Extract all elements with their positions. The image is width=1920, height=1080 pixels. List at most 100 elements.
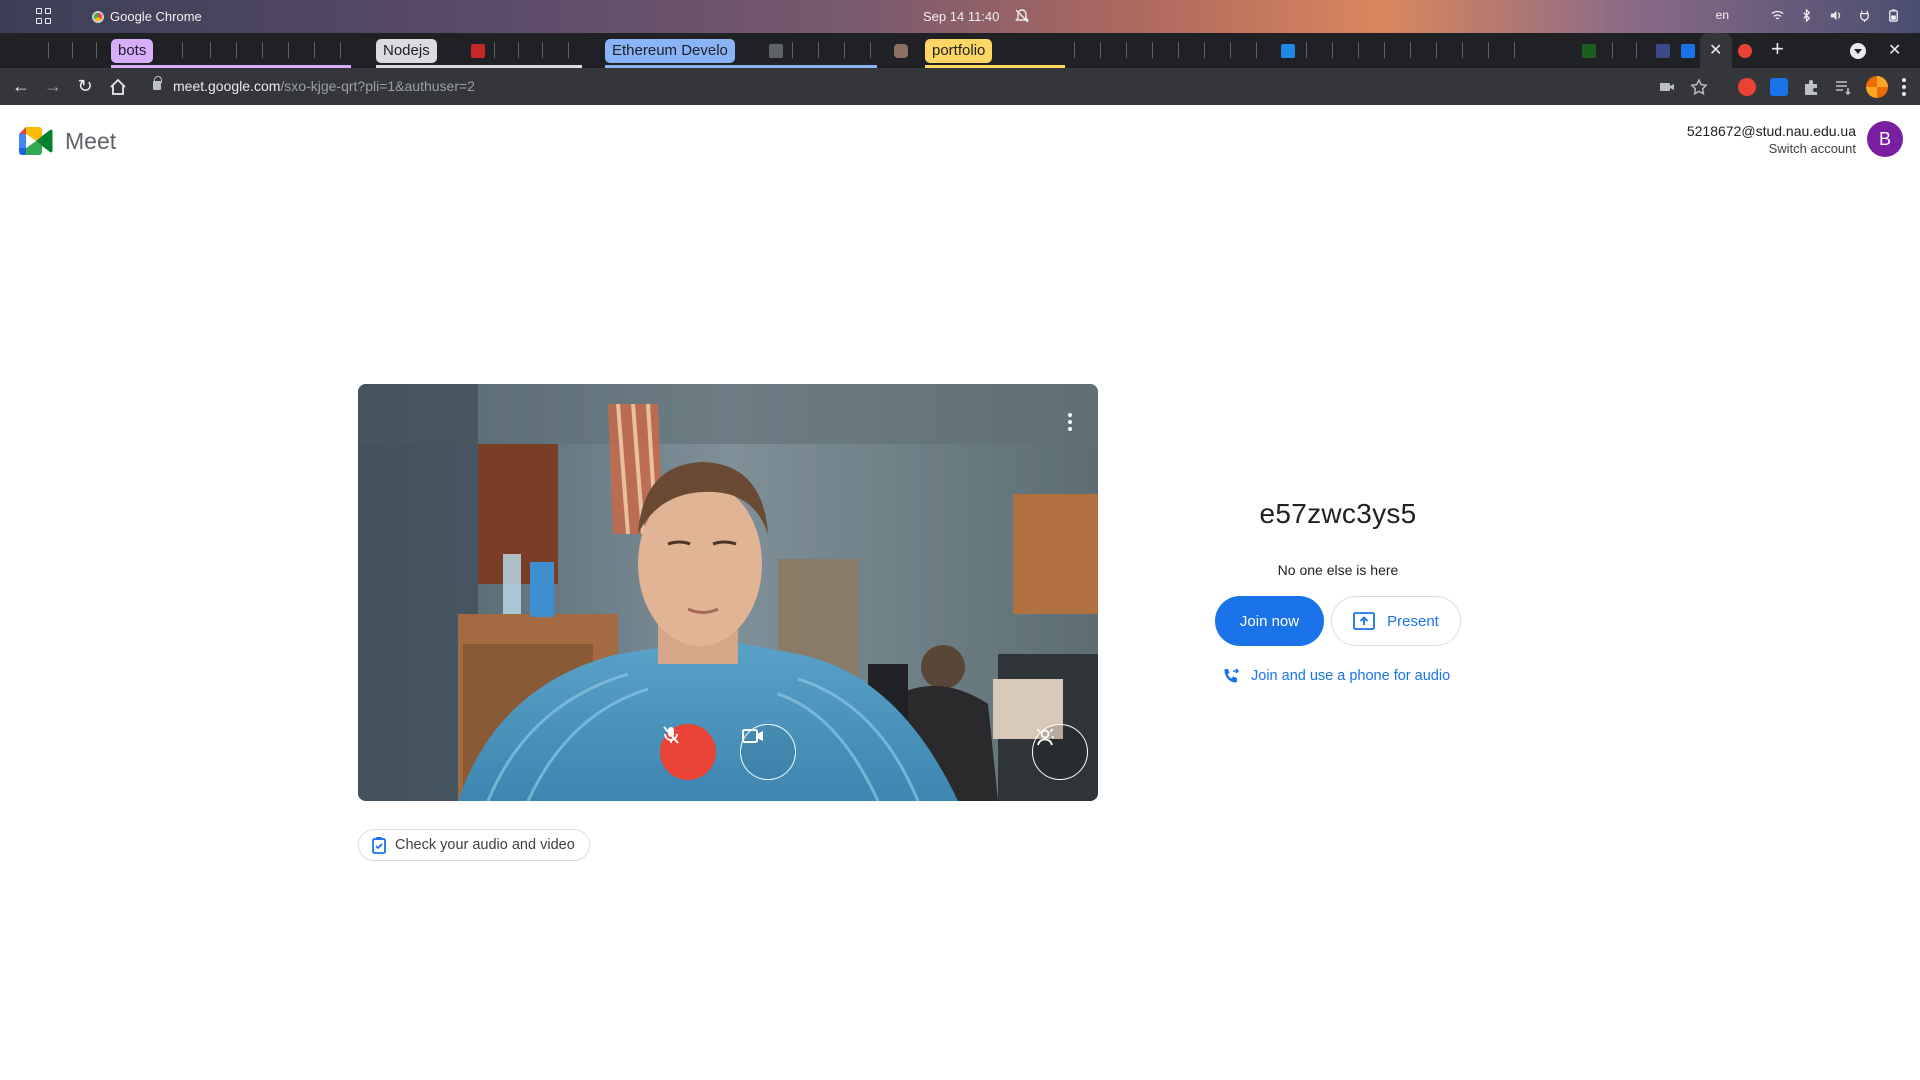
active-app: Google Chrome <box>92 9 202 24</box>
tab-separator <box>844 42 845 58</box>
back-arrow-icon[interactable]: ← <box>10 76 32 98</box>
clipboard-check-icon <box>372 837 386 854</box>
j-favicon-icon[interactable] <box>1281 44 1295 58</box>
tab-separator <box>1074 42 1075 58</box>
microphone-off-button[interactable] <box>660 724 716 780</box>
more-options-icon[interactable] <box>1060 408 1080 436</box>
tab-separator <box>1358 42 1359 58</box>
contacts-favicon-icon[interactable] <box>1681 44 1695 58</box>
url-text[interactable]: meet.google.com/sxo-kjge-qrt?pli=1&authu… <box>173 78 475 94</box>
tab-separator <box>1636 42 1637 58</box>
account-avatar[interactable]: B <box>1867 121 1903 157</box>
close-window-icon[interactable]: ✕ <box>1888 40 1901 60</box>
address-bar[interactable]: meet.google.com/sxo-kjge-qrt?pli=1&authu… <box>139 72 1679 101</box>
join-now-button[interactable]: Join now <box>1215 596 1324 646</box>
forward-arrow-icon[interactable]: → <box>42 76 64 98</box>
docs-favicon-icon[interactable] <box>1656 44 1670 58</box>
tab-separator <box>1100 42 1101 58</box>
cube-favicon-icon[interactable] <box>894 44 908 58</box>
tab-group-nodejs[interactable]: Nodejs <box>376 39 437 63</box>
extensions-puzzle-icon[interactable] <box>1802 78 1820 96</box>
tab-separator <box>1332 42 1333 58</box>
check-audio-video-button[interactable]: Check your audio and video <box>358 829 590 861</box>
tab-separator <box>340 42 341 58</box>
close-tab-icon[interactable]: ✕ <box>1709 40 1722 60</box>
tab-separator <box>1178 42 1179 58</box>
x-favicon-icon[interactable] <box>471 44 485 58</box>
tab-separator <box>1514 42 1515 58</box>
w-favicon-icon[interactable] <box>1582 44 1596 58</box>
reload-icon[interactable]: ↻ <box>74 76 96 98</box>
active-app-label: Google Chrome <box>110 9 202 24</box>
tab-separator <box>1126 42 1127 58</box>
tab-group-ethereum[interactable]: Ethereum Develo <box>605 39 735 63</box>
profile-avatar-icon[interactable] <box>1866 76 1888 98</box>
switch-account-link[interactable]: Switch account <box>1687 140 1856 158</box>
notifications-off-icon[interactable] <box>1014 8 1030 24</box>
participants-status: No one else is here <box>1277 562 1399 578</box>
clock[interactable]: Sep 14 11:40 <box>923 9 999 24</box>
tab-separator <box>48 42 49 58</box>
tab-separator <box>1384 42 1385 58</box>
join-with-phone-label: Join and use a phone for audio <box>1251 668 1451 684</box>
tab-separator <box>1306 42 1307 58</box>
tab-separator <box>1204 42 1205 58</box>
tab-separator <box>262 42 263 58</box>
tab-separator <box>568 42 569 58</box>
tab-separator <box>182 42 183 58</box>
battery-icon[interactable] <box>1887 8 1900 22</box>
bookmark-star-icon[interactable] <box>1690 78 1708 96</box>
power-plug-icon[interactable] <box>1858 9 1871 22</box>
extension-adblock-icon[interactable] <box>1738 78 1756 96</box>
browser-toolbar: ← → ↻ meet.google.com/sxo-kjge-qrt?pli=1… <box>0 68 1920 105</box>
url-host: meet.google.com <box>173 78 281 94</box>
url-path: /sxo-kjge-qrt?pli=1&authuser=2 <box>280 78 475 94</box>
tab-separator <box>1462 42 1463 58</box>
home-icon[interactable] <box>107 76 129 98</box>
system-tray: en <box>1716 8 1900 22</box>
tab-separator <box>1230 42 1231 58</box>
tab-group-bots[interactable]: bots <box>111 39 154 63</box>
reading-list-icon[interactable] <box>1834 78 1852 96</box>
record-favicon-icon[interactable] <box>1738 44 1752 58</box>
camera-feed-image <box>358 384 1098 801</box>
tab-separator <box>1436 42 1437 58</box>
present-button[interactable]: Present <box>1331 596 1461 646</box>
tab-separator <box>518 42 519 58</box>
tab-group-portfolio[interactable]: portfolio <box>925 39 993 63</box>
join-with-phone-link[interactable]: Join and use a phone for audio <box>1222 667 1450 685</box>
tab-separator <box>1612 42 1613 58</box>
tab-separator <box>494 42 495 58</box>
wifi-icon[interactable] <box>1771 9 1784 22</box>
tab-strip: bots Nodejs Ethereum Develo portfolio ✕ … <box>0 33 1920 68</box>
tab-separator <box>210 42 211 58</box>
microphone-off-icon <box>663 726 679 744</box>
tab-separator <box>1488 42 1489 58</box>
keyboard-layout[interactable]: en <box>1716 8 1729 22</box>
tab-separator <box>870 42 871 58</box>
present-label: Present <box>1387 612 1439 630</box>
os-top-bar: Google Chrome Sep 14 11:40 en <box>0 0 1920 33</box>
meeting-code: e57zwc3ys5 <box>1259 498 1417 529</box>
tab-separator <box>1410 42 1411 58</box>
chrome-icon <box>92 10 104 23</box>
phone-forwarded-icon <box>1224 668 1240 683</box>
toolbar-actions <box>1658 76 1906 98</box>
visual-effects-button[interactable] <box>1032 724 1088 780</box>
camera-toggle-button[interactable] <box>740 724 796 780</box>
meet-logo[interactable]: Meet <box>19 127 116 155</box>
lock-icon[interactable] <box>153 76 162 90</box>
bluetooth-icon[interactable] <box>1800 8 1813 22</box>
new-tab-icon[interactable]: + <box>1771 36 1784 62</box>
page-favicon-icon[interactable] <box>769 44 783 58</box>
app-launcher-icon[interactable] <box>36 8 52 24</box>
tab-separator <box>72 42 73 58</box>
volume-icon[interactable] <box>1829 9 1842 22</box>
tab-search-icon[interactable] <box>1850 43 1866 59</box>
extension-translate-icon[interactable] <box>1770 78 1788 96</box>
camera-in-use-icon[interactable] <box>1658 78 1676 96</box>
chrome-menu-icon[interactable] <box>1902 78 1906 96</box>
background-blur-icon <box>1036 728 1054 746</box>
present-to-all-icon <box>1353 612 1376 630</box>
self-video-preview <box>358 384 1098 801</box>
